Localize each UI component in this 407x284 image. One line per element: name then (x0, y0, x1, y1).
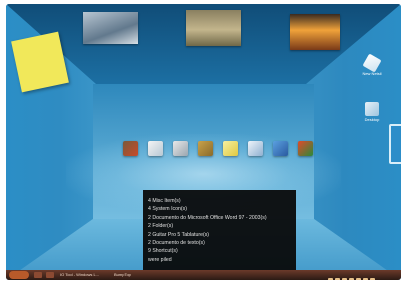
wall-photo-3[interactable] (290, 14, 340, 50)
pile-tooltip: 4 Misc Item(s) 4 System Icon(s) 2 Docume… (143, 190, 296, 270)
tooltip-line: 2 Documento de texto(s) (148, 240, 205, 247)
tray-icon[interactable] (356, 278, 361, 280)
pile-item[interactable] (223, 141, 238, 156)
tooltip-line: 2 Folder(s) (148, 223, 174, 230)
pile-item[interactable] (273, 141, 288, 156)
wall-photo-1[interactable] (83, 12, 138, 44)
pile-item[interactable] (248, 141, 263, 156)
quick-launch-icon[interactable] (46, 272, 54, 278)
screenshot-frame: New Netsil Desktop 4 Misc Item(s) 4 Syst… (0, 0, 407, 284)
tooltip-line: 9 Shortcut(s) (148, 248, 178, 255)
pile-item[interactable] (123, 141, 138, 156)
note-icon (362, 53, 382, 73)
desktop-icon-desktop[interactable]: Desktop (358, 102, 386, 122)
desktop-icon-label: Desktop (364, 117, 380, 122)
wall-photo-2[interactable] (186, 10, 241, 46)
pile-item[interactable] (298, 141, 313, 156)
tooltip-line: 2 Guitar Pro 5 Tablature(s) (148, 231, 210, 238)
taskbar-item[interactable]: IO Tool - Windows L... (60, 271, 99, 279)
tray-icon[interactable] (363, 278, 368, 280)
tooltip-line: 4 Misc Item(s) (148, 198, 181, 204)
start-button[interactable] (9, 271, 29, 279)
quick-launch-icon[interactable] (34, 272, 42, 278)
tooltip-line: 4 System Icon(s) (148, 206, 187, 213)
pile-item[interactable] (148, 141, 163, 156)
side-tile[interactable] (389, 124, 401, 164)
taskbar: IO Tool - Windows L... BumpTop (6, 270, 401, 280)
tray-icon[interactable] (370, 278, 375, 280)
desktop-icon-new-netsil[interactable]: New Netsil (358, 53, 386, 76)
folder-icon (365, 102, 379, 116)
tray-icon[interactable] (335, 278, 340, 280)
tooltip-line: were piled (148, 256, 172, 263)
bumptop-desktop[interactable]: New Netsil Desktop 4 Misc Item(s) 4 Syst… (6, 4, 401, 280)
tray-icon[interactable] (328, 278, 333, 280)
tooltip-line: 2 Documento do Microsoft Office Word 97 … (148, 214, 267, 221)
pile-item[interactable] (198, 141, 213, 156)
sticky-note[interactable] (11, 31, 69, 93)
pile-item[interactable] (173, 141, 188, 156)
tray-icon[interactable] (349, 278, 354, 280)
system-tray (327, 271, 397, 280)
desktop-icon-label: New Netsil (362, 71, 382, 76)
taskbar-item[interactable]: BumpTop (114, 271, 131, 279)
tray-icon[interactable] (342, 278, 347, 280)
